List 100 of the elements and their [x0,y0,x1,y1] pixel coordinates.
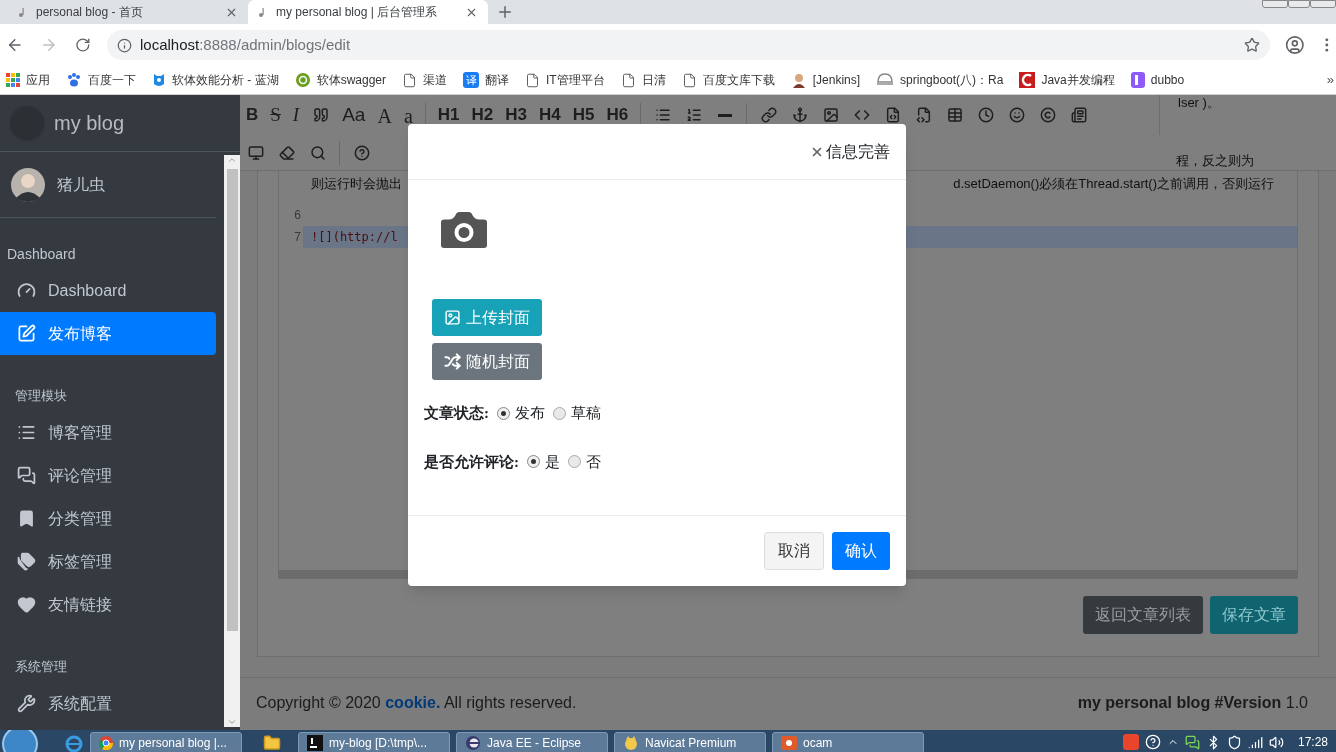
edit-icon [17,324,36,343]
toolbar-button[interactable]: H4 [533,101,567,129]
nav-item[interactable]: 评论管理 [0,454,216,497]
bookmark-link[interactable]: 日清 [620,71,666,89]
toolbar-button[interactable]: A [371,101,398,129]
bookmark-link[interactable]: 软体swagger [294,71,387,89]
chat-icon[interactable] [1184,734,1200,750]
link-icon [760,107,777,123]
toolbar-button[interactable]: H3 [499,101,533,129]
code-icon [853,107,870,123]
tab-title: my personal blog | 后台管理系 [276,4,439,21]
smiley-icon [1008,107,1025,123]
shield-icon[interactable] [1226,734,1242,750]
navicat-icon [623,735,639,751]
eclipse-icon [465,735,481,751]
signal-icon[interactable] [1247,734,1263,750]
bookmark-link[interactable]: Java并发编程 [1019,71,1115,89]
confirm-button[interactable]: 确认 [832,532,890,570]
nav-item[interactable]: 系统配置 [0,682,216,725]
toolbar-button[interactable]: a [397,101,419,129]
help-icon[interactable] [1144,734,1161,750]
restore-button[interactable] [1288,0,1310,8]
numbered-list-icon [685,107,702,123]
browser-icon[interactable] [64,734,84,752]
radio-option[interactable]: 否 [568,450,601,473]
app-tray-icon[interactable] [1122,734,1139,750]
back-button[interactable]: 返回文章列表 [1083,596,1203,634]
cancel-button[interactable]: 取消 [764,532,824,570]
tab-title: personal blog - 首页 [36,4,144,21]
search-icon [309,144,326,161]
taskbar-button[interactable]: my personal blog |... [90,732,242,752]
brand-title[interactable]: my blog [54,108,125,138]
taskbar-button[interactable]: ocam [772,732,924,752]
line-number: 6 [293,207,301,224]
toolbar-button[interactable]: H2 [465,101,500,129]
avatar [11,167,45,202]
field-label: 是否允许评论: [424,452,519,472]
nav-item[interactable]: Dashboard [0,269,216,312]
copyright-icon [1039,107,1056,123]
radio-option[interactable]: 是 [527,450,560,473]
radio-option[interactable]: 发布 [497,402,545,425]
nav-item[interactable]: 发布博客 [0,312,216,355]
user-name: 猪儿虫 [57,174,105,195]
toolbar-button[interactable]: B [240,101,265,129]
bookmark-link[interactable]: 译 翻译 [463,71,510,89]
nav-item[interactable]: 分类管理 [0,497,216,540]
close-button[interactable] [1310,0,1336,8]
bookmark-link[interactable]: IT管理平台 [525,71,605,89]
code-file-icon [884,107,901,123]
taskbar-button[interactable]: Navicat Premium [614,732,766,752]
nav-item[interactable]: 标签管理 [0,540,216,583]
folder-icon [263,734,281,752]
radio-option[interactable]: 草稿 [553,402,601,425]
toolbar-button[interactable]: Aa [336,101,372,129]
bookmark-icon [17,509,36,528]
strikethrough-button[interactable]: S [264,101,287,129]
page-icon [620,72,636,88]
logo-icon [1019,72,1036,88]
taskbar-button[interactable]: Java EE - Eclipse [456,732,608,752]
bookmark-link[interactable]: 应用 [6,71,50,89]
clock[interactable]: 17:28 [1297,733,1328,751]
toolbar-button[interactable]: H1 [431,101,466,129]
reload-icon[interactable] [75,37,91,53]
volume-icon[interactable] [1268,734,1284,750]
nav-item[interactable]: 友情链接 [0,583,216,626]
app-icon [307,735,323,751]
bookmark-link[interactable]: 软体效能分析 - 蓝湖 [152,71,279,89]
profile-icon[interactable] [1284,35,1305,55]
new-tab-icon[interactable] [496,3,514,21]
bookmark-link[interactable]: [Jenkins] [790,71,861,89]
image-icon [444,309,461,326]
back-icon[interactable] [6,36,24,54]
quote-icon [312,107,329,123]
section-heading: 系统管理 [15,658,67,677]
minimize-button[interactable] [1262,0,1288,8]
bookmark-link[interactable]: 百度一下 [66,71,136,89]
bird-icon [152,72,166,88]
logo-icon [1130,72,1145,88]
random-cover-button[interactable]: 随机封面 [432,343,542,380]
code-file-icon [915,107,932,123]
copyright-text: Copyright © 2020 cookie. All rights reserved. [256,692,577,713]
taskbar-button[interactable]: my-blog [D:\tmp\... [298,732,450,752]
monitor-icon [247,144,264,161]
nav-item[interactable]: 博客管理 [0,411,216,454]
wrench-icon [17,694,36,713]
more-bookmarks-button[interactable]: » [1326,70,1334,90]
browser-tab[interactable]: my personal blog | 后台管理系 [248,0,488,24]
bookmark-link[interactable]: dubbo [1130,71,1185,89]
list-icon [17,423,36,442]
heart-icon [17,595,36,614]
editor-text: 则运行时会抛出 [311,175,402,194]
bookmark-link[interactable]: 渠道 [402,71,448,89]
italic-button[interactable]: I [286,101,306,129]
chat-icon [17,466,36,485]
toolbar-button[interactable]: H6 [600,101,635,129]
save-button[interactable]: 保存文章 [1210,596,1298,634]
bookmark-link[interactable]: 百度文库下载 [681,71,775,89]
address-bar[interactable]: localhost:8888/admin/blogs/edit [106,30,1270,60]
toolbar-button[interactable]: H5 [566,101,601,129]
bookmark-link[interactable]: springboot(八)：Ra [876,71,1004,89]
